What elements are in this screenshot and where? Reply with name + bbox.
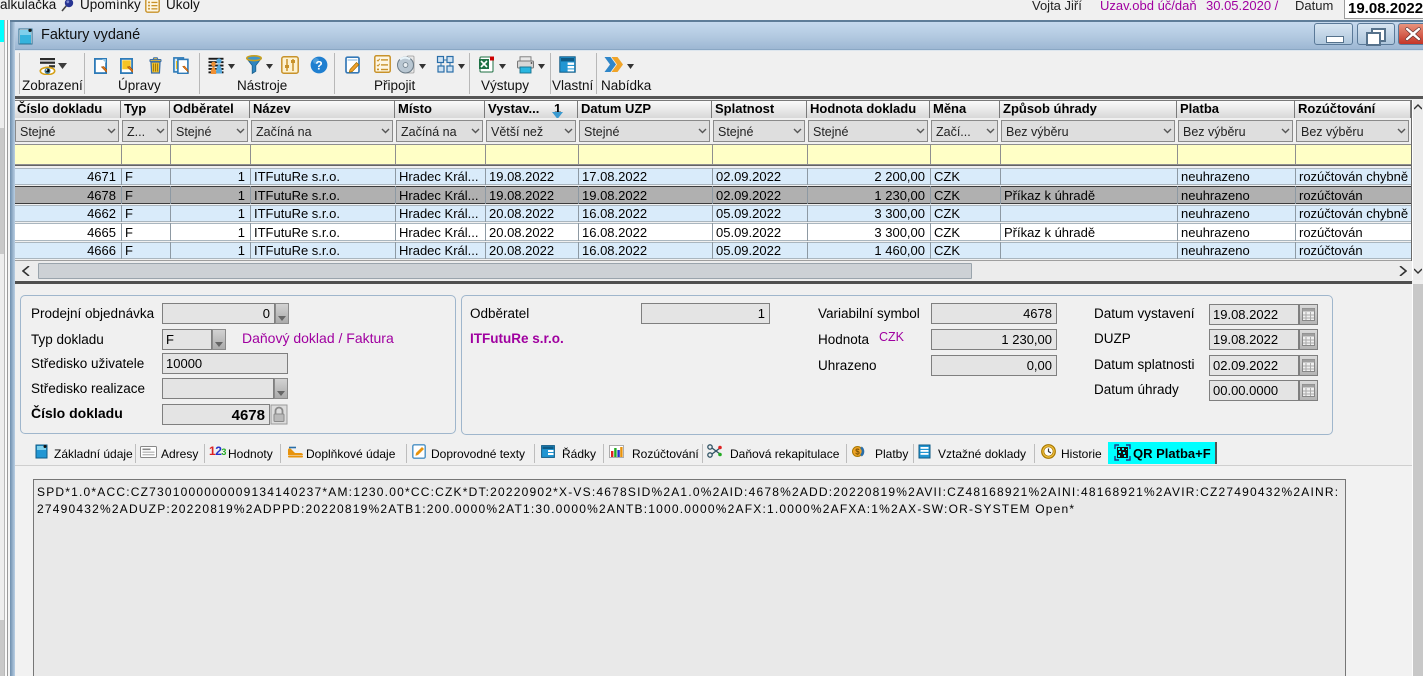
svg-text:?: ? [315, 59, 322, 73]
svg-text:$: $ [855, 448, 860, 457]
